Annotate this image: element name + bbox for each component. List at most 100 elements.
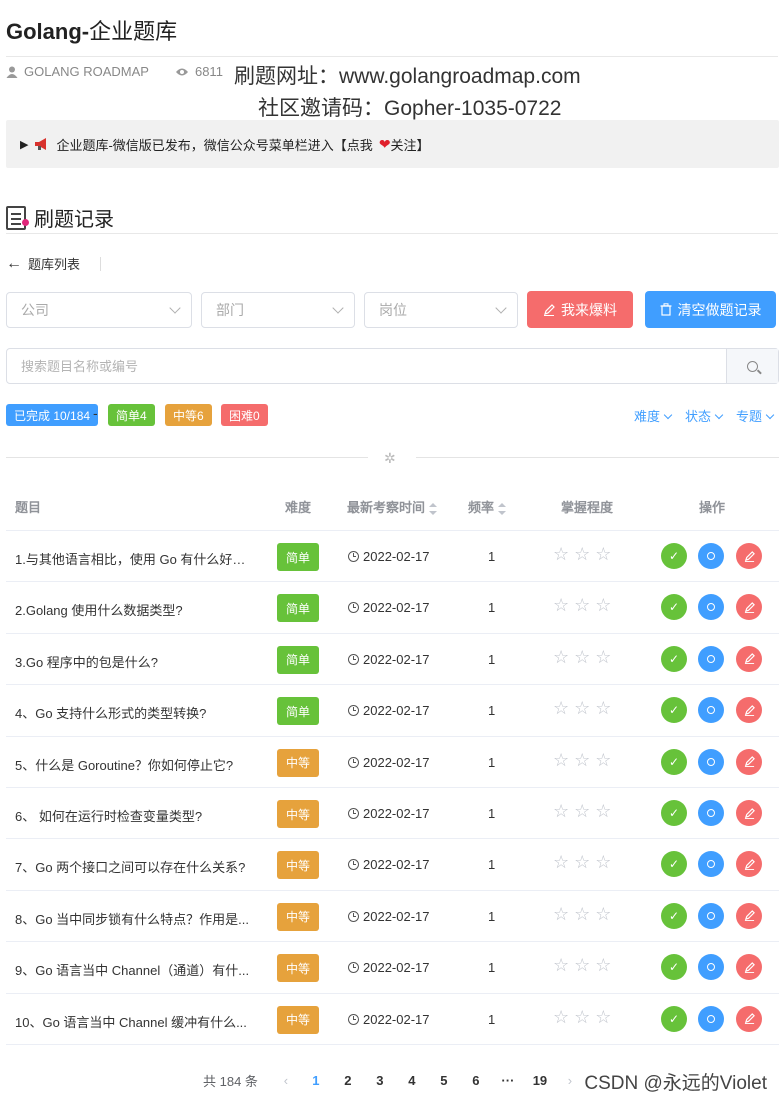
search-input[interactable]: [7, 349, 726, 383]
edit-note-button[interactable]: [736, 645, 762, 672]
view-answer-button[interactable]: [698, 748, 724, 775]
view-answer-button[interactable]: [698, 697, 724, 724]
mark-done-button[interactable]: ✓: [661, 800, 687, 826]
view-answer-button[interactable]: [698, 954, 724, 981]
star-icon[interactable]: ☆: [595, 955, 616, 975]
star-icon[interactable]: ☆: [595, 647, 616, 667]
star-icon[interactable]: ☆: [553, 544, 574, 564]
expand-triangle-icon[interactable]: ▶: [20, 138, 28, 151]
question-title[interactable]: 1.与其他语言相比，使用 Go 有什么好处...: [15, 549, 255, 568]
mark-done-button[interactable]: ✓: [661, 748, 687, 775]
mark-done-button[interactable]: ✓: [661, 851, 687, 878]
star-icon[interactable]: ☆: [595, 544, 616, 564]
pagination-ellipsis[interactable]: ···: [492, 1073, 524, 1088]
department-select[interactable]: 部门: [201, 292, 355, 328]
edit-note-button[interactable]: [736, 748, 762, 775]
table-row[interactable]: 5、什么是 Goroutine？你如何停止它? 中等 2022-02-17 1 ☆☆☆ ✓: [6, 737, 779, 788]
heart-icon[interactable]: ❤: [379, 136, 391, 153]
mark-done-button[interactable]: ✓: [661, 543, 687, 569]
next-page-icon[interactable]: ›: [556, 1073, 584, 1088]
col-frequency[interactable]: 频率: [468, 497, 507, 516]
back-link[interactable]: ← 题库列表: [6, 254, 102, 273]
edit-note-button[interactable]: [736, 902, 762, 929]
view-answer-button[interactable]: [698, 800, 724, 826]
star-icon[interactable]: ☆: [574, 595, 595, 615]
star-icon[interactable]: ☆: [553, 801, 574, 821]
mark-done-button[interactable]: ✓: [661, 1005, 687, 1032]
star-icon[interactable]: ☆: [595, 852, 616, 872]
question-title[interactable]: 6、 如何在运行时检查变量类型?: [15, 806, 255, 825]
mark-done-button[interactable]: ✓: [661, 594, 687, 621]
report-button[interactable]: 我来爆料: [527, 291, 633, 328]
star-icon[interactable]: ☆: [595, 698, 616, 718]
page-number[interactable]: 4: [396, 1073, 428, 1088]
edit-note-button[interactable]: [736, 697, 762, 724]
mark-done-button[interactable]: ✓: [661, 645, 687, 672]
star-icon[interactable]: ☆: [574, 955, 595, 975]
star-icon[interactable]: ☆: [553, 1007, 574, 1027]
table-row[interactable]: 6、 如何在运行时检查变量类型? 中等 2022-02-17 1 ☆☆☆ ✓: [6, 788, 779, 840]
question-title[interactable]: 8、Go 当中同步锁有什么特点？作用是...: [15, 909, 255, 928]
topic-dropdown[interactable]: 专题: [736, 406, 775, 425]
table-row[interactable]: 4、Go 支持什么形式的类型转换? 简单 2022-02-17 1 ☆☆☆ ✓: [6, 685, 779, 737]
question-title[interactable]: 9、Go 语言当中 Channel（通道）有什...: [15, 960, 255, 979]
star-icon[interactable]: ☆: [574, 698, 595, 718]
question-title[interactable]: 4、Go 支持什么形式的类型转换?: [15, 703, 255, 722]
table-row[interactable]: 7、Go 两个接口之间可以存在什么关系? 中等 2022-02-17 1 ☆☆☆ ✓: [6, 839, 779, 891]
position-select[interactable]: 岗位: [364, 292, 518, 328]
star-icon[interactable]: ☆: [574, 852, 595, 872]
question-title[interactable]: 10、Go 语言当中 Channel 缓冲有什么...: [15, 1012, 255, 1031]
sort-icon[interactable]: [429, 502, 438, 515]
star-icon[interactable]: ☆: [553, 750, 574, 770]
question-title[interactable]: 7、Go 两个接口之间可以存在什么关系?: [15, 857, 255, 876]
view-answer-button[interactable]: [698, 851, 724, 878]
col-latest[interactable]: 最新考察时间: [347, 497, 438, 516]
table-row[interactable]: 8、Go 当中同步锁有什么特点？作用是... 中等 2022-02-17 1 ☆☆☆ ✓: [6, 891, 779, 943]
page-number[interactable]: 1: [300, 1073, 332, 1088]
star-icon[interactable]: ☆: [574, 801, 595, 821]
page-number[interactable]: 5: [428, 1073, 460, 1088]
view-answer-button[interactable]: [698, 902, 724, 929]
search-button[interactable]: [726, 349, 778, 383]
star-icon[interactable]: ☆: [595, 595, 616, 615]
view-answer-button[interactable]: [698, 543, 724, 569]
star-icon[interactable]: ☆: [574, 544, 595, 564]
star-icon[interactable]: ☆: [574, 904, 595, 924]
view-answer-button[interactable]: [698, 594, 724, 621]
star-icon[interactable]: ☆: [553, 955, 574, 975]
star-icon[interactable]: ☆: [553, 698, 574, 718]
star-icon[interactable]: ☆: [595, 750, 616, 770]
star-icon[interactable]: ☆: [553, 647, 574, 667]
star-icon[interactable]: ☆: [553, 904, 574, 924]
table-row[interactable]: 1.与其他语言相比，使用 Go 有什么好处... 简单 2022-02-17 1 ☆☆☆…: [6, 531, 779, 583]
star-icon[interactable]: ☆: [574, 647, 595, 667]
status-dropdown[interactable]: 状态: [685, 406, 724, 425]
page-number[interactable]: 6: [460, 1073, 492, 1088]
edit-note-button[interactable]: [736, 851, 762, 878]
page-number[interactable]: 2: [332, 1073, 364, 1088]
question-title[interactable]: 5、什么是 Goroutine？你如何停止它?: [15, 755, 255, 774]
mark-done-button[interactable]: ✓: [661, 697, 687, 724]
edit-note-button[interactable]: [736, 800, 762, 826]
table-row[interactable]: 3.Go 程序中的包是什么? 简单 2022-02-17 1 ☆☆☆ ✓: [6, 634, 779, 686]
mark-done-button[interactable]: ✓: [661, 902, 687, 929]
notice-banner[interactable]: ▶ 企业题库-微信版已发布，微信公众号菜单栏进入【点我 ❤ 关注】: [6, 120, 779, 168]
page-number[interactable]: 19: [524, 1073, 556, 1088]
view-answer-button[interactable]: [698, 645, 724, 672]
table-row[interactable]: 2.Golang 使用什么数据类型? 简单 2022-02-17 1 ☆☆☆ ✓: [6, 582, 779, 634]
mark-done-button[interactable]: ✓: [661, 954, 687, 981]
author-name[interactable]: GOLANG ROADMAP: [24, 64, 149, 79]
company-select[interactable]: 公司: [6, 292, 192, 328]
star-icon[interactable]: ☆: [553, 852, 574, 872]
edit-note-button[interactable]: [736, 1005, 762, 1032]
star-icon[interactable]: ☆: [595, 904, 616, 924]
sort-icon[interactable]: [498, 502, 507, 515]
star-icon[interactable]: ☆: [595, 801, 616, 821]
view-answer-button[interactable]: [698, 1005, 724, 1032]
clear-records-button[interactable]: 清空做题记录: [645, 291, 776, 328]
star-icon[interactable]: ☆: [574, 750, 595, 770]
question-title[interactable]: 3.Go 程序中的包是什么?: [15, 652, 255, 671]
star-icon[interactable]: ☆: [553, 595, 574, 615]
star-icon[interactable]: ☆: [574, 1007, 595, 1027]
page-number[interactable]: 3: [364, 1073, 396, 1088]
